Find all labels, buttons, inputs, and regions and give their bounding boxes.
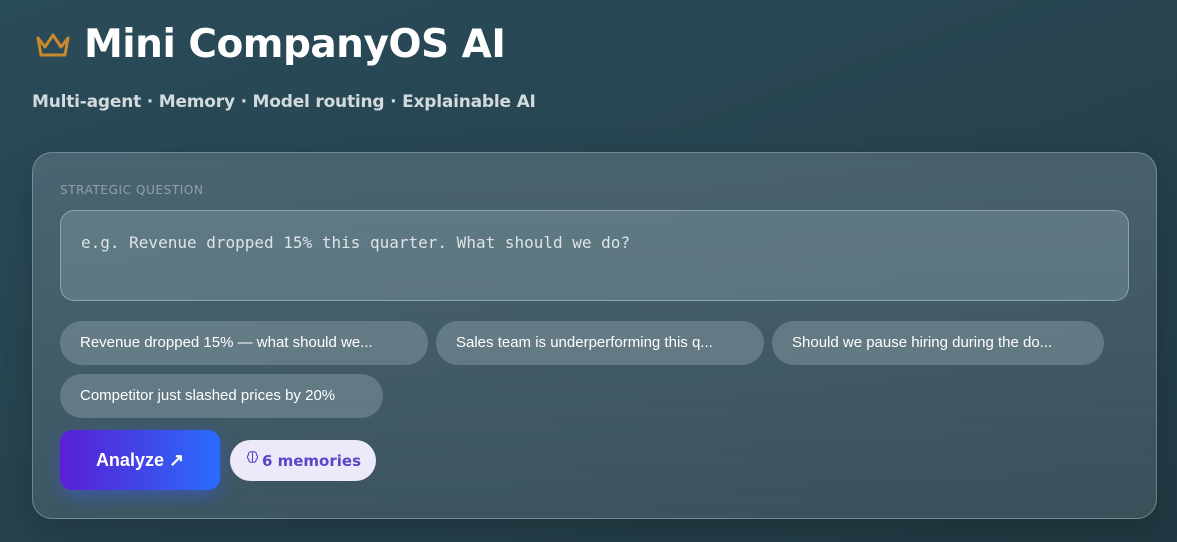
suggestion-chips: Revenue dropped 15% — what should we... … [60, 321, 1140, 418]
page-subtitle: Multi-agent · Memory · Model routing · E… [32, 92, 536, 112]
analyze-button[interactable]: Analyze ↗ [60, 430, 220, 490]
page-title: Mini CompanyOS AI [84, 22, 506, 67]
memories-badge[interactable]: 6 memories [230, 440, 376, 481]
brain-icon [245, 450, 260, 465]
app-header: Mini CompanyOS AI [34, 22, 506, 68]
memories-label: 6 memories [261, 451, 362, 470]
question-input[interactable] [60, 210, 1129, 301]
question-card: STRATEGIC QUESTION Revenue dropped 15% —… [32, 152, 1157, 519]
suggestion-chip[interactable]: Revenue dropped 15% — what should we... [60, 321, 428, 365]
crown-icon [34, 30, 72, 60]
suggestion-chip[interactable]: Sales team is underperforming this q... [436, 321, 764, 365]
suggestion-chip[interactable]: Should we pause hiring during the do... [772, 321, 1104, 365]
question-label: STRATEGIC QUESTION [60, 183, 204, 197]
suggestion-chip[interactable]: Competitor just slashed prices by 20% [60, 374, 383, 418]
